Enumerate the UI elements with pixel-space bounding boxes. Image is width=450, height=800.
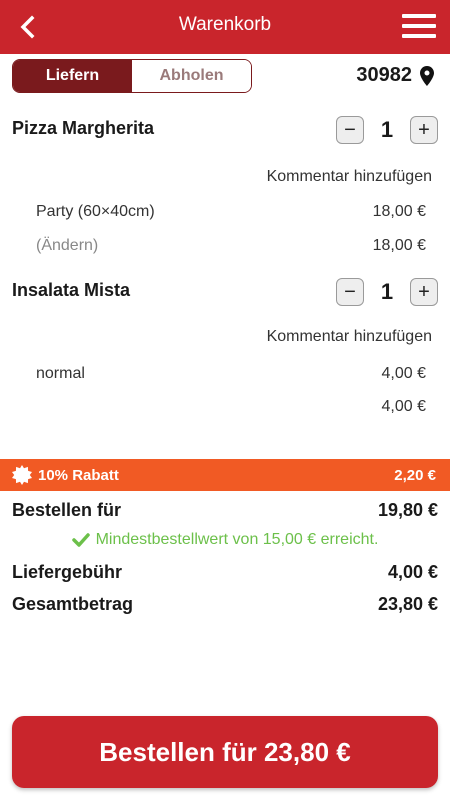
order-subtotal-value: 19,80 € [377,500,438,520]
app-header: Warenkorb [0,0,450,54]
order-subtotal-label: Bestellen für [12,500,122,520]
item-option-label: normal [36,365,85,382]
page-title: Warenkorb [178,14,272,35]
badge-icon [12,465,32,485]
min-order-text: Mindestbestellwert von 15,00 € erreicht. [95,531,379,548]
increase-quantity-button[interactable]: + [410,278,438,306]
delivery-fee-label: Liefergebühr [12,562,123,582]
zip-code: 30982 [356,64,412,86]
item-option-price: 4,00 € [381,365,426,382]
quantity-stepper: − 1 + [336,278,438,306]
min-order-notice: Mindestbestellwert von 15,00 € erreicht. [0,531,450,549]
hamburger-menu-icon[interactable] [402,14,438,40]
total-label: Gesamtbetrag [12,594,134,614]
discount-value: 2,20 € [394,466,436,484]
quantity-value: 1 [380,279,394,304]
change-option-link[interactable]: (Ändern) [36,237,98,255]
decrease-quantity-button[interactable]: − [336,116,364,144]
add-comment-link[interactable]: Kommentar hinzufügen [267,328,432,346]
tab-abholen[interactable]: Abholen [132,60,251,92]
item-option-price: 18,00 € [372,237,426,254]
add-comment-link[interactable]: Kommentar hinzufügen [267,168,432,186]
increase-quantity-button[interactable]: + [410,116,438,144]
cart-item-name: Insalata Mista [12,280,131,300]
location-zip[interactable]: 30982 [356,64,434,87]
quantity-value: 1 [380,117,394,142]
total-value: 23,80 € [377,594,438,614]
place-order-button[interactable]: Bestellen für 23,80 € [12,716,438,788]
discount-label: 10% Rabatt [38,466,119,484]
decrease-quantity-button[interactable]: − [336,278,364,306]
quantity-stepper: − 1 + [336,116,438,144]
delivery-mode-toggle: Liefern Abholen [12,59,252,93]
delivery-fee-value: 4,00 € [387,562,438,582]
tab-liefern[interactable]: Liefern [13,60,132,92]
delivery-fee-row: Liefergebühr 4,00 € [12,562,438,583]
item-option-price: 18,00 € [372,203,426,220]
order-subtotal-row: Bestellen für 19,80 € [12,500,438,521]
total-row: Gesamtbetrag 23,80 € [12,594,438,615]
item-option-label: Party (60×40cm) [36,203,155,220]
cart-item-name: Pizza Margherita [12,118,155,138]
discount-bar: 10% Rabatt 2,20 € [0,459,450,491]
item-subtotal-price: 4,00 € [381,398,426,415]
location-pin-icon [420,65,434,86]
checkmark-icon [71,533,90,547]
